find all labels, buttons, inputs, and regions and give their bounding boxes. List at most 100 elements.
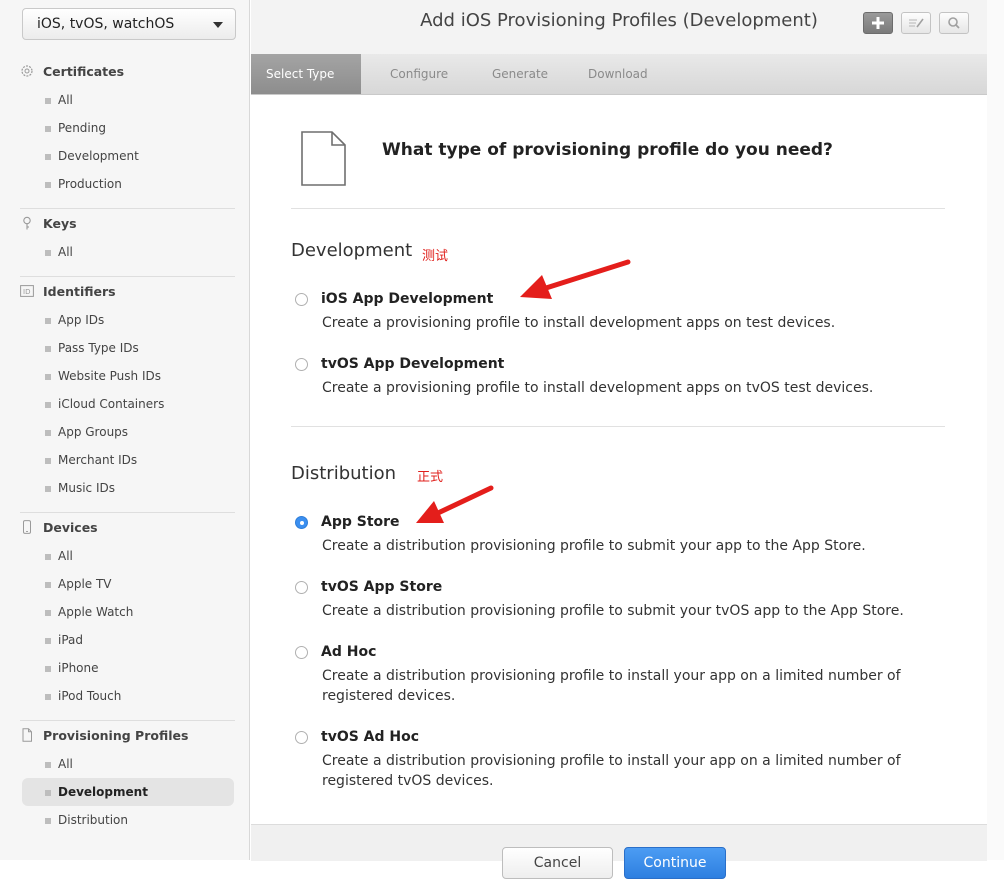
sidebar: iOS, tvOS, watchOS Certificates All Pend…	[0, 0, 250, 860]
sidebar-item-ipad[interactable]: iPad	[20, 626, 235, 654]
divider	[291, 426, 945, 427]
radio-app-store[interactable]	[295, 516, 308, 529]
sidebar-item-label: Apple TV	[58, 577, 112, 591]
bullet	[45, 762, 51, 768]
sidebar-item-pass-type-ids[interactable]: Pass Type IDs	[20, 334, 235, 362]
search-button[interactable]	[939, 12, 969, 34]
nav-head-provisioning-profiles: Provisioning Profiles	[20, 722, 235, 750]
sidebar-item-app-groups[interactable]: App Groups	[20, 418, 235, 446]
nav-head-identifiers: ID Identifiers	[20, 278, 235, 306]
sidebar-item-app-ids[interactable]: App IDs	[20, 306, 235, 334]
step-generate: Generate	[492, 67, 549, 81]
main-content: What type of provisioning profile do you…	[251, 95, 987, 860]
sidebar-item-label: Production	[58, 177, 122, 191]
steps-bar: Select Type Configure Generate Download	[251, 54, 987, 95]
sidebar-item-certificates-all[interactable]: All	[20, 86, 235, 114]
scrollbar-track[interactable]	[987, 0, 1004, 860]
sidebar-item-merchant-ids[interactable]: Merchant IDs	[20, 446, 235, 474]
platform-select[interactable]: iOS, tvOS, watchOS	[22, 8, 236, 40]
divider	[20, 720, 235, 721]
bullet	[45, 666, 51, 672]
option-title: Ad Hoc	[321, 644, 377, 660]
page-question: What type of provisioning profile do you…	[382, 140, 833, 160]
option-description: Create a provisioning profile to install…	[322, 380, 874, 396]
continue-button[interactable]: Continue	[624, 847, 726, 879]
add-button[interactable]	[863, 12, 893, 34]
sidebar-item-profiles-distribution[interactable]: Distribution	[20, 806, 235, 834]
divider	[20, 276, 235, 277]
sidebar-item-profiles-development[interactable]: Development	[22, 778, 234, 806]
option-description: Create a distribution provisioning profi…	[322, 668, 901, 704]
bullet	[45, 182, 51, 188]
step-select-type: Select Type	[251, 54, 361, 94]
bullet	[45, 98, 51, 104]
bullet	[45, 374, 51, 380]
bullet	[45, 790, 51, 796]
document-icon	[301, 131, 346, 186]
bullet	[45, 694, 51, 700]
bullet	[45, 250, 51, 256]
bullet	[45, 486, 51, 492]
sidebar-item-label: Development	[58, 149, 139, 163]
sidebar-item-label: All	[58, 549, 73, 563]
footer: Cancel Continue	[251, 824, 987, 879]
nav-section-certificates: Certificates All Pending Development Pro…	[20, 58, 235, 198]
sidebar-item-apple-watch[interactable]: Apple Watch	[20, 598, 235, 626]
step-download: Download	[588, 67, 648, 81]
option-description: Create a distribution provisioning profi…	[322, 753, 901, 789]
sidebar-item-iphone[interactable]: iPhone	[20, 654, 235, 682]
sidebar-item-website-push-ids[interactable]: Website Push IDs	[20, 362, 235, 390]
option-title: tvOS App Development	[321, 356, 505, 372]
sidebar-item-label: App IDs	[58, 313, 105, 327]
sidebar-item-music-ids[interactable]: Music IDs	[20, 474, 235, 502]
option-title: tvOS App Store	[321, 579, 443, 595]
id-icon: ID	[20, 285, 34, 297]
sidebar-item-label: All	[58, 245, 73, 259]
sidebar-item-keys-all[interactable]: All	[20, 238, 235, 266]
bullet	[45, 818, 51, 824]
edit-button[interactable]	[901, 12, 931, 34]
divider	[291, 208, 945, 209]
sidebar-item-profiles-all[interactable]: All	[20, 750, 235, 778]
document-icon	[22, 728, 32, 742]
nav-head-title: Certificates	[43, 64, 125, 79]
bullet	[45, 638, 51, 644]
radio-tvos-ad-hoc[interactable]	[295, 731, 308, 744]
option-description: Create a distribution provisioning profi…	[322, 538, 866, 554]
nav-section-provisioning-profiles: Provisioning Profiles All Development Di…	[20, 722, 235, 834]
chevron-down-icon	[213, 22, 223, 28]
option-description: Create a provisioning profile to install…	[322, 315, 836, 331]
sidebar-item-label: Pending	[58, 121, 106, 135]
sidebar-item-certificates-pending[interactable]: Pending	[20, 114, 235, 142]
search-icon	[948, 17, 960, 29]
svg-text:ID: ID	[23, 288, 30, 296]
arrow-annotation-icon	[520, 259, 631, 299]
sidebar-item-label: Development	[58, 785, 148, 799]
option-title: App Store	[321, 514, 400, 530]
option-title: tvOS Ad Hoc	[321, 729, 420, 745]
radio-tvos-app-store[interactable]	[295, 581, 308, 594]
sidebar-item-devices-all[interactable]: All	[20, 542, 235, 570]
sidebar-item-icloud-containers[interactable]: iCloud Containers	[20, 390, 235, 418]
sidebar-item-label: Apple Watch	[58, 605, 134, 619]
cancel-button[interactable]: Cancel	[502, 847, 613, 879]
nav-head-title: Devices	[43, 520, 98, 535]
sidebar-item-certificates-development[interactable]: Development	[20, 142, 235, 170]
sidebar-item-label: iPod Touch	[58, 689, 122, 703]
radio-ad-hoc[interactable]	[295, 646, 308, 659]
nav-section-devices: Devices All Apple TV Apple Watch iPad iP…	[20, 514, 235, 710]
sidebar-item-label: All	[58, 93, 73, 107]
device-icon	[23, 520, 31, 534]
annotation-development: 测试	[422, 249, 449, 264]
radio-tvos-app-development[interactable]	[295, 358, 308, 371]
sidebar-item-label: Music IDs	[58, 481, 115, 495]
nav-section-keys: Keys All	[20, 210, 235, 266]
sidebar-item-label: iPhone	[58, 661, 99, 675]
sidebar-item-ipod-touch[interactable]: iPod Touch	[20, 682, 235, 710]
step-configure: Configure	[390, 67, 449, 81]
sidebar-item-apple-tv[interactable]: Apple TV	[20, 570, 235, 598]
sidebar-item-certificates-production[interactable]: Production	[20, 170, 235, 198]
radio-ios-app-development[interactable]	[295, 293, 308, 306]
sidebar-item-label: Pass Type IDs	[58, 341, 139, 355]
sidebar-item-label: App Groups	[58, 425, 129, 439]
